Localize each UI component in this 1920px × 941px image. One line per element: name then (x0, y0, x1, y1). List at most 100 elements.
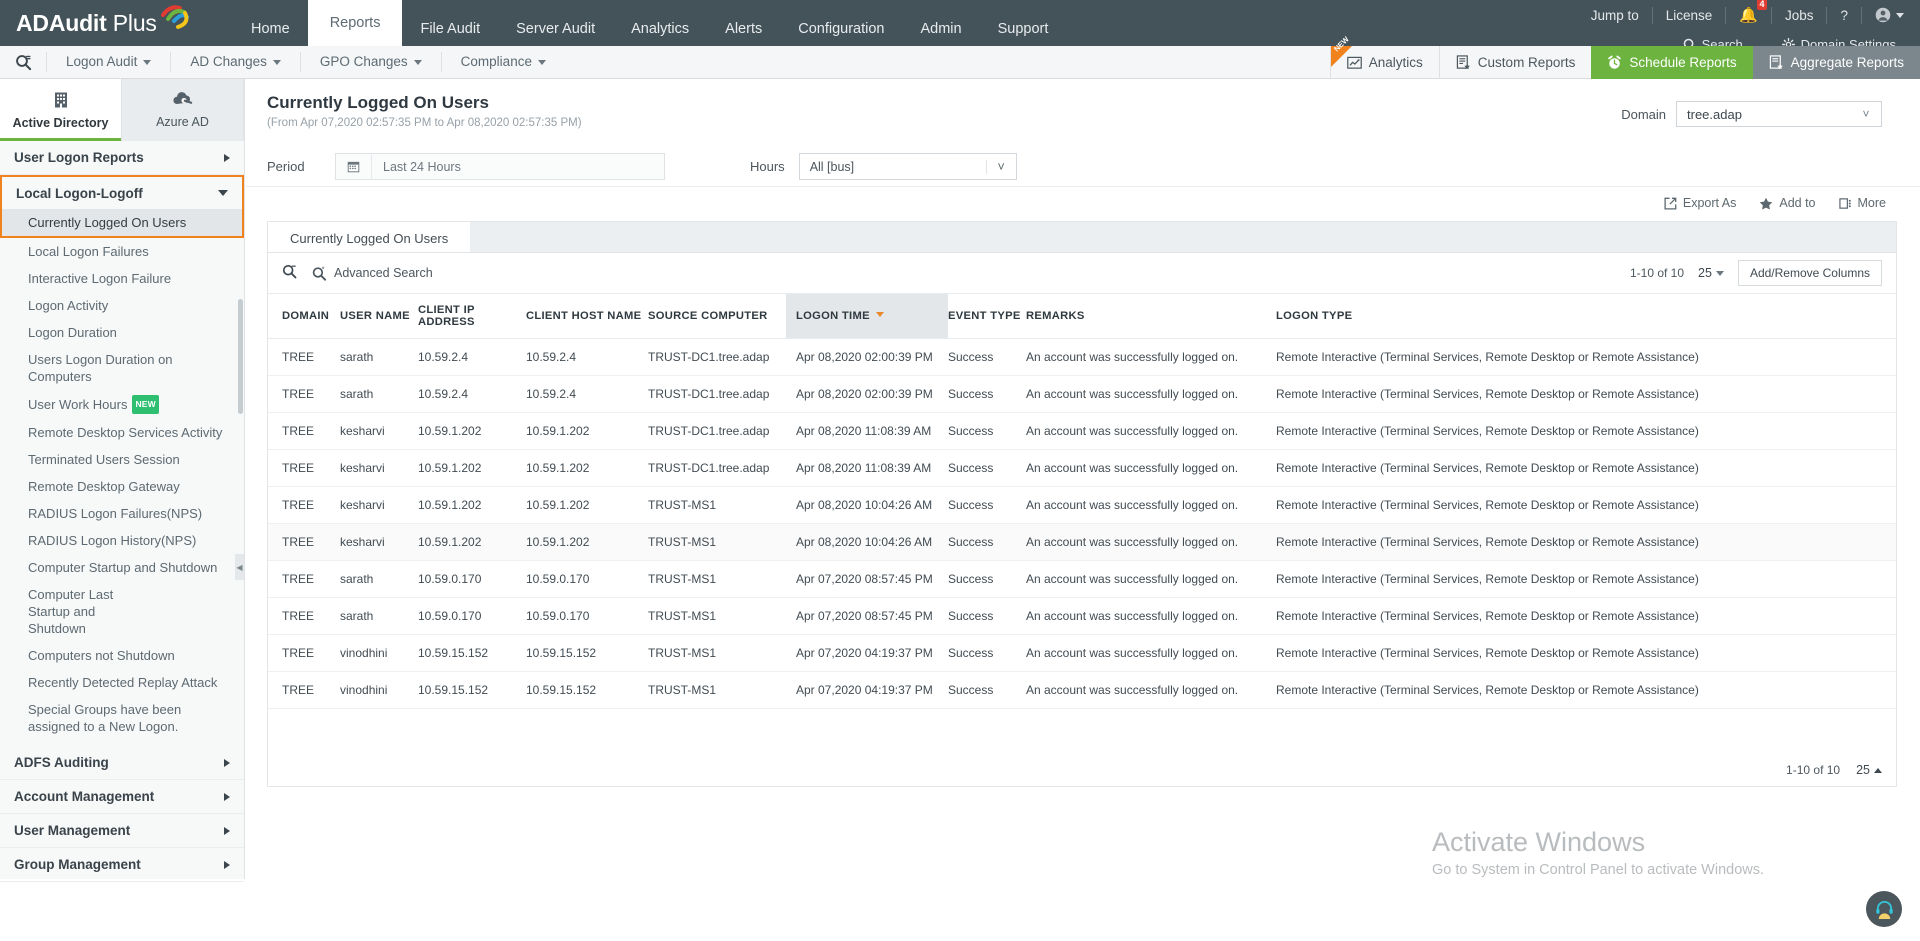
advanced-search-button[interactable]: * Advanced Search (312, 266, 433, 281)
schedule-reports-label: Schedule Reports (1629, 55, 1737, 70)
custom-reports-button[interactable]: Custom Reports (1438, 46, 1592, 79)
sidebar-item-radius-logon-failures-nps[interactable]: RADIUS Logon Failures(NPS) (0, 500, 244, 527)
sidebar-group-adfs-auditing[interactable]: ADFS Auditing (0, 746, 244, 780)
nav-item-home[interactable]: Home (233, 12, 308, 46)
column-header-remarks[interactable]: REMARKS (1026, 293, 1276, 339)
help-button[interactable]: ? (1827, 6, 1862, 24)
sidebar-item-special-groups-new-logon[interactable]: Special Groups have been assigned to a N… (0, 696, 205, 740)
nav-item-file-audit[interactable]: File Audit (402, 12, 498, 46)
secondnav-item-gpo-changes[interactable]: GPO Changes (299, 52, 441, 72)
sidebar-item-currently-logged-on-users[interactable]: Currently Logged On Users (0, 209, 244, 238)
cell-client-ip-address: 10.59.15.152 (418, 671, 526, 709)
table-row[interactable]: TREE sarath 10.59.0.170 10.59.0.170 TRUST-MS… (268, 597, 1896, 635)
page-size-selector-bottom[interactable]: 25 (1856, 763, 1882, 777)
more-button[interactable]: More (1838, 196, 1886, 210)
building-icon (51, 90, 71, 113)
user-account-icon (1875, 7, 1891, 23)
jobs-button[interactable]: Jobs (1772, 6, 1828, 24)
secondnav-item-ad-changes[interactable]: AD Changes (170, 52, 300, 72)
sidebar-group-group-management[interactable]: Group Management (0, 848, 244, 882)
sidebar-item-terminated-users-session[interactable]: Terminated Users Session (0, 446, 244, 473)
table-row[interactable]: TREE kesharvi 10.59.1.202 10.59.1.202 TRUST-… (268, 449, 1896, 487)
analytics-button[interactable]: NEW Analytics (1329, 35, 1439, 79)
sidebar-collapse-handle[interactable]: ◀ (235, 554, 244, 580)
sidebar-group-local-logon-logoff[interactable]: Local Logon-Logoff (0, 175, 244, 209)
export-as-button[interactable]: Export As (1664, 196, 1736, 210)
hours-select[interactable]: All [bus] ˅ (798, 153, 1017, 180)
secondnav-item-compliance[interactable]: Compliance (440, 52, 565, 72)
sidebar-scrollbar[interactable] (238, 299, 243, 414)
nav-item-configuration[interactable]: Configuration (780, 12, 902, 46)
cell-client-host-name: 10.59.2.4 (526, 375, 648, 413)
nav-item-server-audit[interactable]: Server Audit (498, 12, 613, 46)
jump-to-button[interactable]: Jump to (1578, 6, 1653, 24)
add-remove-columns-button[interactable]: Add/Remove Columns (1737, 260, 1882, 286)
table-row[interactable]: TREE kesharvi 10.59.1.202 10.59.1.202 TRUST-… (268, 523, 1896, 561)
sidebar-tab-azure-ad[interactable]: Azure AD (122, 79, 244, 141)
table-row[interactable]: TREE vinodhini 10.59.15.152 10.59.15.152 TRU… (268, 671, 1896, 709)
sidebar-item-radius-logon-history-nps[interactable]: RADIUS Logon History(NPS) (0, 527, 244, 554)
column-header-logon-type[interactable]: LOGON TYPE (1276, 293, 1896, 339)
cell-logon-time: Apr 08,2020 02:00:39 PM (786, 375, 948, 413)
sidebar-item-computers-not-shutdown[interactable]: Computers not Shutdown (0, 642, 244, 669)
tab-currently-logged-on-users[interactable]: Currently Logged On Users (268, 222, 471, 254)
nav-item-admin[interactable]: Admin (902, 12, 979, 46)
secondnav-label: AD Changes (190, 54, 267, 69)
nav-item-analytics[interactable]: Analytics (613, 12, 707, 46)
cell-remarks: An account was successfully logged on. (1026, 486, 1276, 524)
sidebar-item-logon-activity[interactable]: Logon Activity (0, 292, 244, 319)
add-to-button[interactable]: Add to (1759, 196, 1816, 210)
nav-item-reports[interactable]: Reports (307, 0, 403, 46)
sidebar-group-user-management[interactable]: User Management (0, 814, 244, 848)
chevron-up-icon (1874, 767, 1882, 773)
sidebar-item-computer-startup-and-shutdown[interactable]: Computer Startup and Shutdown (0, 554, 244, 581)
table-row[interactable]: TREE sarath 10.59.2.4 10.59.2.4 TRUST-DC1.tr… (268, 338, 1896, 376)
column-header-domain[interactable]: DOMAIN (268, 293, 340, 339)
sidebar-item-interactive-logon-failure[interactable]: Interactive Logon Failure (0, 265, 244, 292)
aggregate-reports-button[interactable]: Aggregate Reports (1752, 46, 1920, 79)
sidebar-item-logon-duration[interactable]: Logon Duration (0, 319, 244, 346)
column-header-source-computer[interactable]: SOURCE COMPUTER (648, 293, 786, 339)
user-menu-button[interactable] (1862, 7, 1910, 24)
cell-source-computer: TRUST-DC1.tree.adap (648, 412, 786, 450)
cell-client-ip-address: 10.59.1.202 (418, 449, 526, 487)
report-search-button[interactable] (0, 54, 46, 71)
nav-item-support[interactable]: Support (980, 12, 1067, 46)
table-row[interactable]: TREE vinodhini 10.59.15.152 10.59.15.152 TRU… (268, 634, 1896, 672)
sidebar-nav-list: User Logon Reports Local Logon-Logoff Cu… (0, 141, 244, 882)
column-header-client-ip-address[interactable]: CLIENT IP ADDRESS (418, 293, 526, 339)
column-header-logon-time[interactable]: LOGON TIME (786, 293, 948, 339)
page-size-selector-top[interactable]: 25 (1698, 266, 1724, 280)
app-logo[interactable]: ADAudit Plus (0, 4, 220, 37)
sidebar-item-local-logon-failures[interactable]: Local Logon Failures (0, 238, 244, 265)
sidebar-group-user-logon-reports[interactable]: User Logon Reports (0, 141, 244, 175)
chevron-down-icon (1715, 270, 1724, 276)
column-header-client-host-name[interactable]: CLIENT HOST NAME (526, 293, 648, 339)
column-header-user-name[interactable]: USER NAME (340, 293, 418, 339)
sidebar-item-users-logon-duration-on-computers[interactable]: Users Logon Duration on Computers (0, 346, 244, 390)
cell-domain: TREE (268, 412, 340, 450)
sidebar-group-account-management[interactable]: Account Management (0, 780, 244, 814)
column-header-event-type[interactable]: EVENT TYPE (948, 293, 1026, 339)
cell-logon-type: Remote Interactive (Terminal Services, R… (1276, 634, 1896, 672)
logo-text: ADAudit Plus (16, 9, 157, 36)
secondnav-item-logon-audit[interactable]: Logon Audit (46, 52, 170, 72)
sidebar-item-recently-detected-replay-attack[interactable]: Recently Detected Replay Attack (0, 669, 244, 696)
sidebar-item-user-work-hours[interactable]: User Work Hours NEW (0, 390, 244, 419)
domain-select[interactable]: tree.adap ˅ (1676, 101, 1882, 127)
nav-item-alerts[interactable]: Alerts (707, 12, 780, 46)
sidebar-item-remote-desktop-gateway[interactable]: Remote Desktop Gateway (0, 473, 244, 500)
table-row[interactable]: TREE sarath 10.59.0.170 10.59.0.170 TRUST-MS… (268, 560, 1896, 598)
table-row[interactable]: TREE sarath 10.59.2.4 10.59.2.4 TRUST-DC1.tr… (268, 375, 1896, 413)
table-search-button[interactable] (282, 264, 297, 282)
notifications-button[interactable]: 🔔 4 (1726, 0, 1772, 24)
sidebar-item-remote-desktop-services-activity[interactable]: Remote Desktop Services Activity (0, 419, 244, 446)
license-button[interactable]: License (1653, 6, 1727, 24)
table-row[interactable]: TREE kesharvi 10.59.1.202 10.59.1.202 TRUST-… (268, 412, 1896, 450)
period-picker[interactable]: Last 24 Hours (335, 153, 665, 180)
support-chat-button[interactable] (1866, 891, 1902, 927)
table-row[interactable]: TREE kesharvi 10.59.1.202 10.59.1.202 TRUST-… (268, 486, 1896, 524)
schedule-reports-button[interactable]: Schedule Reports (1591, 46, 1753, 79)
sidebar-tab-active-directory[interactable]: Active Directory (0, 79, 122, 141)
sidebar-item-computer-last-startup-and-shutdown[interactable]: Computer Last Startup and Shutdown (0, 581, 165, 642)
